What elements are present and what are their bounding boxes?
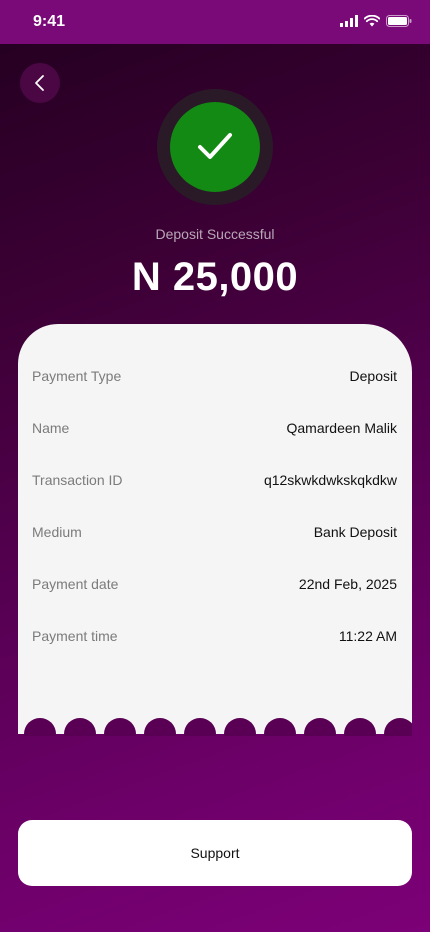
detail-label: Name	[32, 420, 70, 436]
back-icon	[35, 75, 44, 91]
deposit-status-text: Deposit Successful	[155, 226, 275, 242]
detail-label: Medium	[32, 524, 82, 540]
success-circle	[170, 102, 260, 192]
detail-row-payment-date: Payment date 22nd Feb, 2025	[32, 574, 397, 594]
scallop-cutout	[344, 718, 376, 736]
scallop-cutout	[384, 718, 412, 736]
checkmark-icon	[198, 133, 232, 159]
status-bar: 9:41	[0, 0, 430, 44]
scallop-cutout	[304, 718, 336, 736]
scallop-cutout	[24, 718, 56, 736]
scallop-cutout	[224, 718, 256, 736]
scallop-cutout	[264, 718, 296, 736]
status-time: 9:41	[33, 13, 66, 30]
detail-value: Deposit	[349, 368, 397, 384]
detail-value: Bank Deposit	[313, 524, 397, 540]
status-icons	[340, 15, 412, 27]
support-button[interactable]: Support	[18, 820, 412, 886]
scallop-cutout	[144, 718, 176, 736]
scallop-cutout	[64, 718, 96, 736]
wifi-icon	[364, 15, 380, 27]
detail-label: Payment Type	[32, 368, 122, 384]
detail-row-payment-type: Payment Type Deposit	[32, 366, 397, 386]
receipt-scallop-edge	[18, 716, 412, 736]
detail-row-payment-time: Payment time 11:22 AM	[32, 626, 397, 646]
scallop-cutout	[184, 718, 216, 736]
back-button[interactable]	[20, 63, 60, 103]
detail-row-name: Name Qamardeen Malik	[32, 418, 397, 438]
detail-value: 11:22 AM	[338, 628, 397, 644]
battery-icon	[386, 15, 412, 27]
success-badge	[157, 89, 273, 205]
detail-row-transaction-id: Transaction ID q12skwkdwkskqkdkw	[32, 470, 397, 490]
detail-value: 22nd Feb, 2025	[298, 576, 397, 592]
detail-value: q12skwkdwkskqkdkw	[263, 472, 397, 488]
receipt-card: Payment Type Deposit Name Qamardeen Mali…	[18, 324, 412, 734]
deposit-amount: N 25,000	[131, 255, 299, 299]
signal-icon	[340, 15, 358, 27]
detail-label: Transaction ID	[32, 472, 123, 488]
detail-label: Payment time	[32, 628, 118, 644]
detail-row-medium: Medium Bank Deposit	[32, 522, 397, 542]
detail-label: Payment date	[32, 576, 119, 592]
detail-value: Qamardeen Malik	[286, 420, 398, 436]
scallop-cutout	[104, 718, 136, 736]
